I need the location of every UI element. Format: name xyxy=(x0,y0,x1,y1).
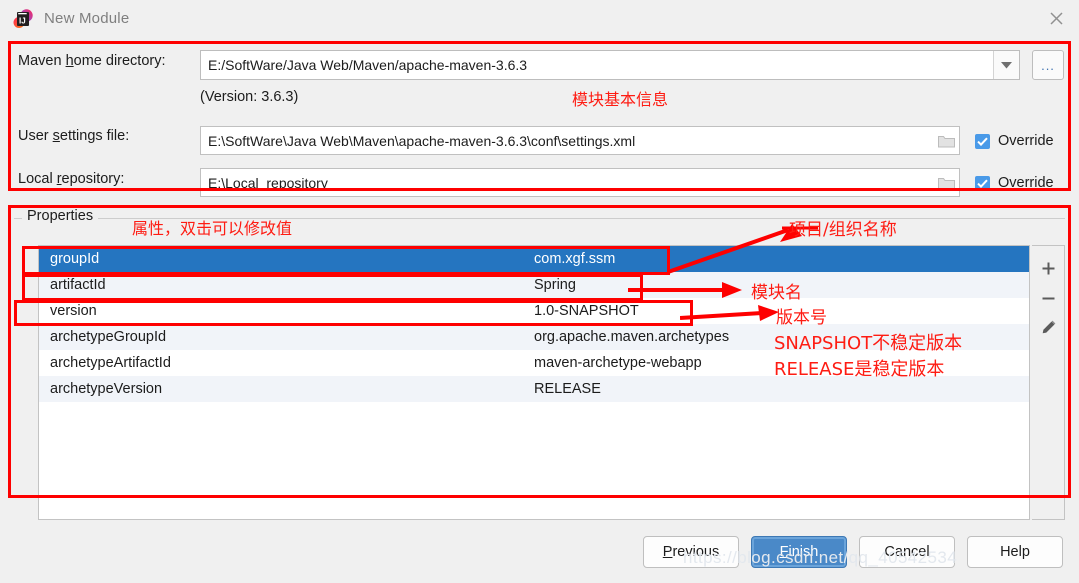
maven-home-label-row: Maven home directory: xyxy=(18,53,166,69)
local-repository-label: Local repository: xyxy=(18,171,125,187)
user-settings-override-label: Override xyxy=(998,133,1054,149)
intellij-idea-icon: IJ xyxy=(13,8,33,29)
property-value: 1.0-SNAPSHOT xyxy=(534,303,639,319)
maven-version-row: (Version: 3.6.3) xyxy=(200,89,298,105)
table-row[interactable]: archetypeVersion RELEASE xyxy=(39,376,1029,402)
ellipsis-icon: ... xyxy=(1041,57,1055,73)
table-row[interactable]: archetypeGroupId org.apache.maven.archety… xyxy=(39,324,1029,350)
svg-text:IJ: IJ xyxy=(19,16,26,25)
property-value: com.xgf.ssm xyxy=(534,251,616,267)
window-title: New Module xyxy=(44,10,130,27)
previous-button[interactable]: Previous xyxy=(643,536,739,568)
table-row[interactable]: artifactId Spring xyxy=(39,272,1029,298)
edit-property-button[interactable] xyxy=(1034,313,1062,343)
help-button[interactable]: Help xyxy=(967,536,1063,568)
dialog-button-bar: Previous Finish Cancel Help xyxy=(0,528,1079,583)
local-repository-input[interactable]: E:\Local_repository xyxy=(201,175,933,191)
properties-legend: Properties xyxy=(22,208,99,224)
folder-icon[interactable] xyxy=(933,134,959,148)
property-key: groupId xyxy=(50,251,100,267)
maven-settings-panel: Maven home directory: E:/SoftWare/Java W… xyxy=(0,37,1079,199)
user-settings-override-checkbox[interactable]: Override xyxy=(975,133,1054,149)
finish-button-label: Finish xyxy=(779,544,819,560)
help-button-label: Help xyxy=(1000,544,1030,560)
cancel-button-label: Cancel xyxy=(884,544,930,560)
finish-button[interactable]: Finish xyxy=(751,536,847,568)
user-settings-input[interactable]: E:\SoftWare\Java Web\Maven\apache-maven-… xyxy=(201,133,933,149)
cancel-button[interactable]: Cancel xyxy=(859,536,955,568)
property-key: version xyxy=(50,303,97,319)
checkmark-icon[interactable] xyxy=(975,133,990,149)
property-value: maven-archetype-webapp xyxy=(534,355,702,371)
table-row[interactable]: version 1.0-SNAPSHOT xyxy=(39,298,1029,324)
user-settings-field[interactable]: E:\SoftWare\Java Web\Maven\apache-maven-… xyxy=(200,126,960,155)
local-repository-label-row: Local repository: xyxy=(18,171,124,187)
property-key: archetypeGroupId xyxy=(50,329,167,345)
add-property-button[interactable] xyxy=(1034,253,1062,283)
property-key: archetypeVersion xyxy=(50,381,163,397)
maven-home-combobox[interactable]: E:/SoftWare/Java Web/Maven/apache-maven-… xyxy=(200,50,1020,80)
folder-icon[interactable] xyxy=(933,176,959,190)
remove-property-button[interactable] xyxy=(1034,283,1062,313)
maven-home-label: Maven home directory: xyxy=(18,53,166,69)
chevron-down-icon[interactable] xyxy=(993,51,1019,79)
local-repository-override-checkbox[interactable]: Override xyxy=(975,175,1054,191)
property-value: org.apache.maven.archetypes xyxy=(534,329,730,345)
user-settings-label-row: User settings file: xyxy=(18,128,129,144)
maven-home-browse-button[interactable]: ... xyxy=(1032,50,1064,80)
properties-table-body: groupId com.xgf.ssm artifactId Spring versio… xyxy=(39,246,1029,402)
window-titlebar: IJ New Module xyxy=(0,0,1079,37)
local-repository-field[interactable]: E:\Local_repository xyxy=(200,168,960,197)
previous-button-label: Previous xyxy=(662,544,720,560)
checkmark-icon[interactable] xyxy=(975,175,990,191)
maven-home-input[interactable]: E:/SoftWare/Java Web/Maven/apache-maven-… xyxy=(201,51,993,79)
local-repository-override-label: Override xyxy=(998,175,1054,191)
properties-table[interactable]: groupId com.xgf.ssm artifactId Spring versio… xyxy=(38,245,1030,520)
table-row[interactable]: groupId com.xgf.ssm xyxy=(39,246,1029,272)
property-value: RELEASE xyxy=(534,381,601,397)
property-value: Spring xyxy=(534,277,576,293)
property-key: archetypeArtifactId xyxy=(50,355,171,371)
table-row[interactable]: archetypeArtifactId maven-archetype-webap… xyxy=(39,350,1029,376)
close-icon[interactable] xyxy=(1033,0,1079,37)
properties-group: Properties groupId com.xgf.ssm artifactId S… xyxy=(14,208,1065,520)
property-key: artifactId xyxy=(50,277,106,293)
properties-toolbar xyxy=(1032,245,1065,520)
maven-version-note: (Version: 3.6.3) xyxy=(200,89,299,105)
user-settings-label: User settings file: xyxy=(18,128,130,144)
